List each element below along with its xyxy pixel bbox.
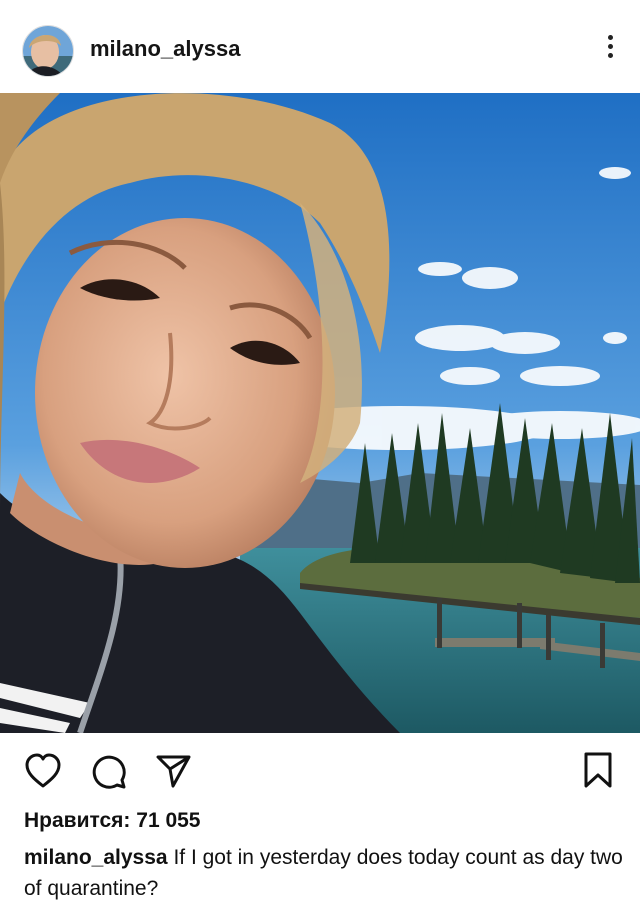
bookmark-icon[interactable]	[582, 751, 614, 794]
heart-icon[interactable]	[24, 753, 62, 794]
caption-author[interactable]: milano_alyssa	[24, 846, 168, 869]
post-image[interactable]	[0, 93, 640, 733]
likes-count[interactable]: Нравится: 71 055	[24, 809, 201, 833]
comment-icon[interactable]	[90, 753, 128, 794]
post-actions	[0, 743, 640, 803]
more-vertical-icon[interactable]	[606, 35, 614, 63]
post-header: milano_alyssa	[0, 0, 640, 93]
send-icon[interactable]	[155, 753, 193, 794]
avatar[interactable]	[22, 25, 74, 77]
post-username[interactable]: milano_alyssa	[90, 36, 240, 62]
post-caption: milano_alyssa If I got in yesterday does…	[24, 842, 624, 904]
